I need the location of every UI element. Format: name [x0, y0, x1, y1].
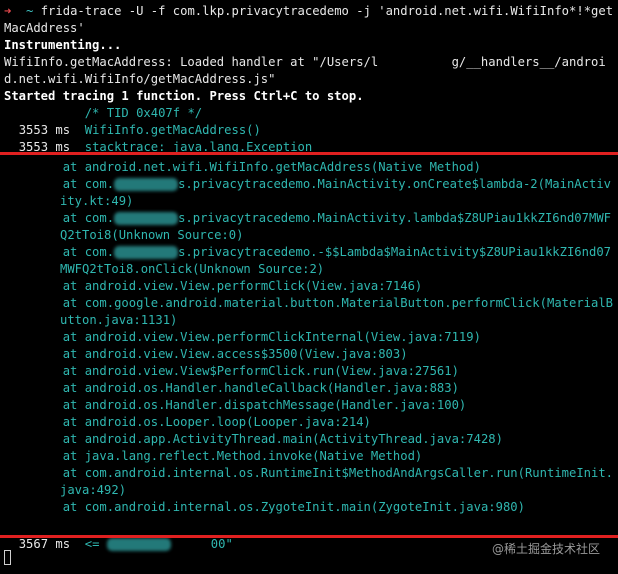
- stack-frame-text: at android.os.Handler.dispatchMessage(Ha…: [62, 398, 467, 412]
- stack-frame: at com.android.internal.os.RuntimeInit$M…: [4, 465, 616, 499]
- stack-frame: at android.net.wifi.WifiInfo.getMacAddre…: [4, 159, 616, 176]
- stack-frame-text: at java.lang.reflect.Method.invoke(Nativ…: [62, 449, 423, 463]
- stack-frame: at android.os.Handler.dispatchMessage(Ha…: [4, 397, 616, 414]
- stack-frame: at com. s.privacytracedemo.-$$Lambda$Main…: [4, 244, 616, 278]
- started-tracing-line: Started tracing 1 function. Press Ctrl+C…: [4, 89, 364, 103]
- loaded-handler-line: WifiInfo.getMacAddress: Loaded handler a…: [4, 55, 606, 86]
- stack-frame: at com. s.privacytracedemo.MainActivity.o…: [4, 176, 616, 210]
- command-text: frida-trace -U -f com.lkp.privacytracede…: [4, 4, 614, 35]
- terminal-cursor: [4, 550, 11, 565]
- tid-comment-line: /* TID 0x407f */: [4, 105, 616, 122]
- stack-frame-text: at android.view.View.performClickInterna…: [62, 330, 481, 344]
- entry-line: 3553 ms WifiInfo.getMacAddress(): [4, 122, 616, 139]
- highlight-line-bottom: [0, 535, 618, 538]
- stack-frame: at com.google.android.material.button.Ma…: [4, 295, 616, 329]
- redacted-package: [114, 246, 179, 259]
- highlight-line-top: [0, 152, 618, 155]
- stack-frame: at android.view.View.performClick(View.j…: [4, 278, 616, 295]
- stack-frame: at android.os.Looper.loop(Looper.java:21…: [4, 414, 616, 431]
- stack-frame: at java.lang.reflect.Method.invoke(Nativ…: [4, 448, 616, 465]
- return-arrow: <=: [84, 537, 100, 551]
- entry-call: WifiInfo.getMacAddress(): [84, 123, 261, 137]
- return-suffix: 00": [210, 537, 233, 551]
- stack-frame-text: at android.os.Looper.loop(Looper.java:21…: [62, 415, 371, 429]
- stack-frame-text: at com.: [62, 245, 115, 259]
- instrumenting-line: Instrumenting...: [4, 38, 122, 52]
- stack-frame-text: at android.view.View$PerformClick.run(Vi…: [62, 364, 459, 378]
- stack-frame-text: at com.android.internal.os.RuntimeInit$M…: [60, 466, 614, 497]
- redacted-value: [106, 538, 171, 551]
- entry-time: 3553 ms: [18, 123, 71, 137]
- stack-frame-text: at com.: [62, 211, 115, 225]
- redacted-package: [114, 178, 179, 191]
- stack-frame: at android.view.View.access$3500(View.ja…: [4, 346, 616, 363]
- stack-frame: at android.view.View$PerformClick.run(Vi…: [4, 363, 616, 380]
- stack-frame-text: at android.net.wifi.WifiInfo.getMacAddre…: [62, 160, 481, 174]
- watermark: @稀土掘金技术社区: [491, 542, 600, 556]
- prompt-dir: ~: [26, 4, 34, 18]
- prompt-arrow: ➜: [4, 4, 12, 18]
- stack-frame: at android.app.ActivityThread.main(Activ…: [4, 431, 616, 448]
- terminal-output: ➜ ~ frida-trace -U -f com.lkp.privacytra…: [4, 3, 616, 553]
- stack-frame-text: at android.os.Handler.handleCallback(Han…: [62, 381, 459, 395]
- stack-frame-text: at com.google.android.material.button.Ma…: [60, 296, 614, 327]
- stack-frame-text: at com.android.internal.os.ZygoteInit.ma…: [62, 500, 525, 514]
- tid-comment: /* TID 0x407f */: [84, 106, 203, 120]
- stack-frame: at com. s.privacytracedemo.MainActivity.l…: [4, 210, 616, 244]
- return-time: 3567 ms: [18, 537, 71, 551]
- stack-frames: at android.net.wifi.WifiInfo.getMacAddre…: [4, 159, 616, 516]
- command-line: ➜ ~ frida-trace -U -f com.lkp.privacytra…: [4, 3, 616, 37]
- stack-frame-text: at android.app.ActivityThread.main(Activ…: [62, 432, 503, 446]
- redacted-package: [114, 212, 179, 225]
- stack-frame: at com.android.internal.os.ZygoteInit.ma…: [4, 499, 616, 516]
- stack-frame: at android.view.View.performClickInterna…: [4, 329, 616, 346]
- stack-frame-text: at android.view.View.performClick(View.j…: [62, 279, 423, 293]
- stack-frame-text: at com.: [62, 177, 115, 191]
- stack-frame: at android.os.Handler.handleCallback(Han…: [4, 380, 616, 397]
- stack-frame-text: at android.view.View.access$3500(View.ja…: [62, 347, 408, 361]
